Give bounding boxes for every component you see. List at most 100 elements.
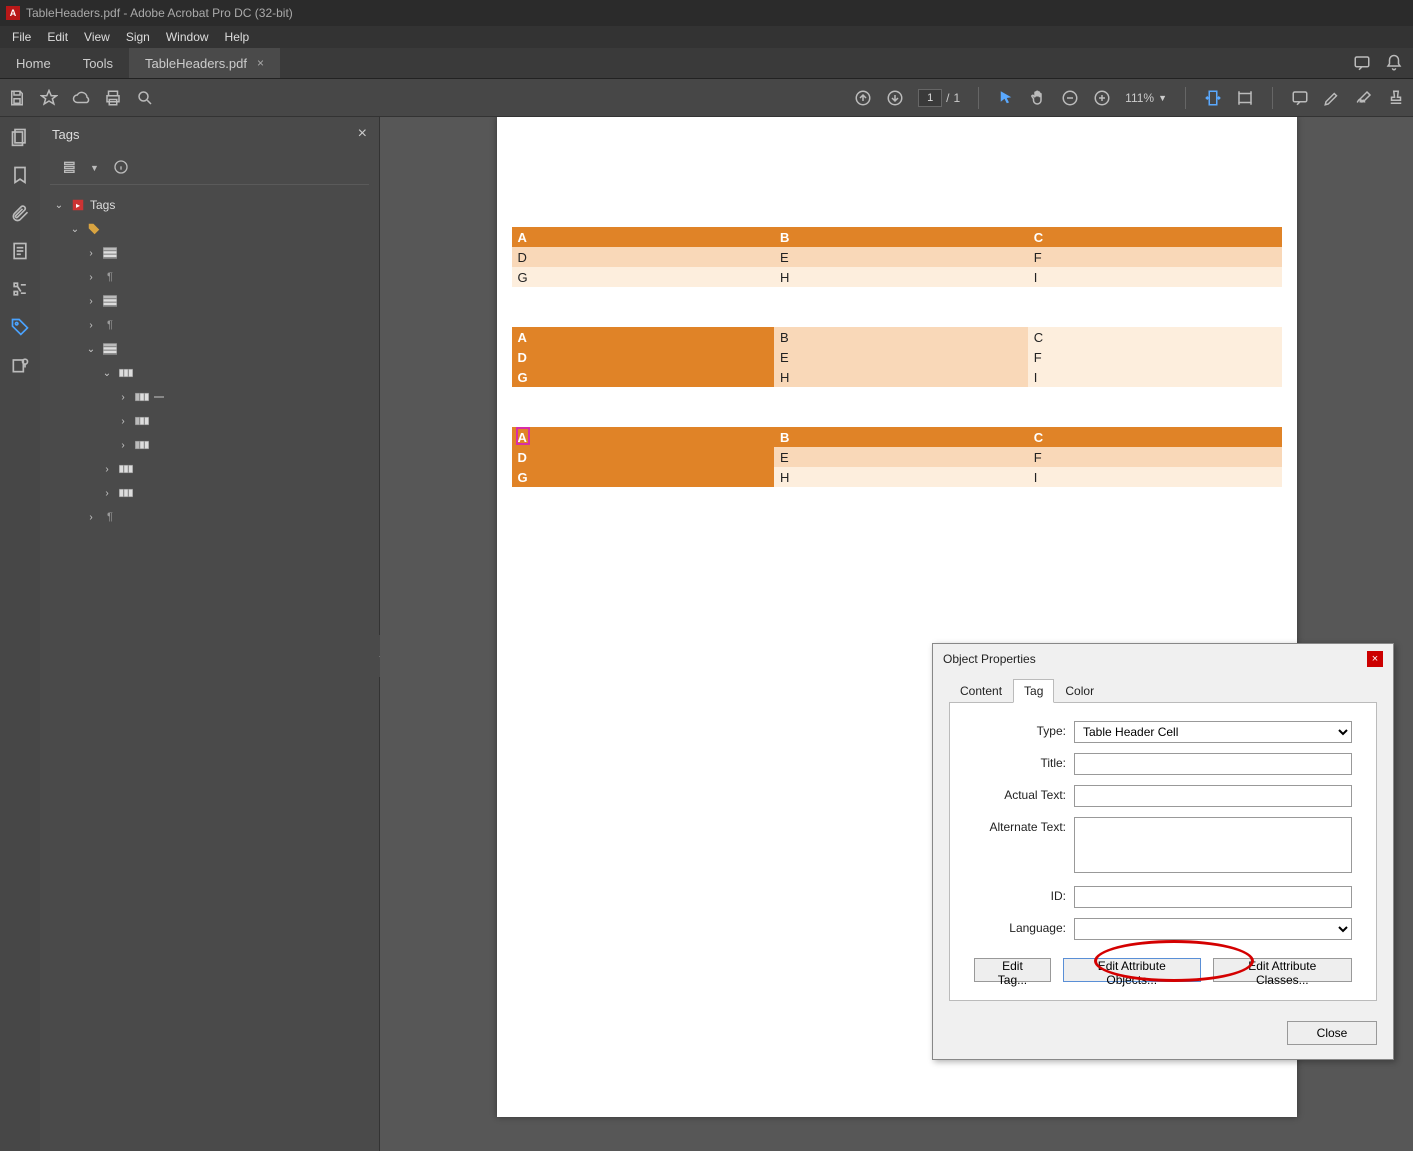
panel-options-icon[interactable] — [62, 159, 80, 177]
tree-arrow-icon[interactable]: › — [116, 392, 130, 403]
tree-row[interactable]: › — [46, 289, 373, 313]
tree-row[interactable]: ›¶ — [46, 265, 373, 289]
tree-row[interactable]: › — [46, 457, 373, 481]
tree-arrow-icon[interactable]: › — [116, 440, 130, 451]
tree-row[interactable]: › — [46, 241, 373, 265]
order-icon[interactable] — [10, 279, 30, 299]
fit-page-icon[interactable] — [1236, 89, 1254, 107]
cell: E — [774, 447, 1028, 467]
panel-close-icon[interactable]: × — [358, 125, 367, 143]
tree-node-label — [154, 396, 164, 398]
tags-icon[interactable] — [10, 317, 30, 337]
tree-node-icon — [102, 294, 118, 308]
zoom-in-icon[interactable] — [1093, 89, 1111, 107]
info-icon[interactable] — [113, 159, 131, 177]
dialog-tab-color[interactable]: Color — [1054, 679, 1105, 703]
tree-arrow-icon[interactable]: ⌄ — [84, 344, 98, 355]
edit-tag-button[interactable]: Edit Tag... — [974, 958, 1051, 982]
tree-arrow-icon[interactable]: › — [84, 512, 98, 523]
tree-row[interactable]: › — [46, 385, 373, 409]
actual-text-input[interactable] — [1074, 785, 1352, 807]
menu-window[interactable]: Window — [158, 30, 217, 44]
tree-row[interactable]: › — [46, 409, 373, 433]
accessibility-icon[interactable] — [10, 355, 30, 375]
tree-arrow-icon[interactable]: › — [84, 296, 98, 307]
comment-icon[interactable] — [1291, 89, 1309, 107]
dialog-titlebar[interactable]: Object Properties × — [933, 644, 1393, 674]
tree-node-icon — [118, 486, 134, 500]
page-current-input[interactable] — [918, 89, 942, 107]
search-icon[interactable] — [136, 89, 154, 107]
tags-tree[interactable]: ⌄▸Tags⌄››¶››¶⌄⌄››››››¶ — [40, 185, 379, 1151]
tree-node-icon — [134, 390, 150, 404]
zoom-out-icon[interactable] — [1061, 89, 1079, 107]
cloud-icon[interactable] — [72, 89, 90, 107]
tree-row[interactable]: › — [46, 481, 373, 505]
stamp-icon[interactable] — [1387, 89, 1405, 107]
tab-close-icon[interactable]: × — [257, 56, 264, 70]
sign-icon[interactable] — [1355, 89, 1373, 107]
tree-row[interactable]: ⌄ — [46, 217, 373, 241]
tree-arrow-icon[interactable]: › — [100, 464, 114, 475]
tree-arrow-icon[interactable]: › — [84, 320, 98, 331]
title-input[interactable] — [1074, 753, 1352, 775]
tree-row[interactable]: › — [46, 433, 373, 457]
tab-home[interactable]: Home — [0, 48, 67, 78]
tree-row[interactable]: ⌄▸Tags — [46, 193, 373, 217]
cell: B — [774, 427, 1028, 447]
language-select[interactable] — [1074, 918, 1352, 940]
fit-width-icon[interactable] — [1204, 89, 1222, 107]
dialog-tab-tag[interactable]: Tag — [1013, 679, 1054, 703]
save-icon[interactable] — [8, 89, 26, 107]
tree-arrow-icon[interactable]: ⌄ — [100, 368, 114, 379]
close-button[interactable]: Close — [1287, 1021, 1377, 1045]
menu-edit[interactable]: Edit — [39, 30, 76, 44]
tree-node-icon: ¶ — [102, 270, 118, 284]
bell-icon[interactable] — [1385, 54, 1403, 72]
tree-arrow-icon[interactable]: › — [116, 416, 130, 427]
page-up-icon[interactable] — [854, 89, 872, 107]
zoom-indicator[interactable]: 111%▼ — [1125, 91, 1167, 105]
menu-help[interactable]: Help — [217, 30, 258, 44]
tree-row[interactable]: ›¶ — [46, 313, 373, 337]
cell: F — [1028, 247, 1282, 267]
menu-sign[interactable]: Sign — [118, 30, 158, 44]
tree-arrow-icon[interactable]: › — [84, 272, 98, 283]
tab-tools[interactable]: Tools — [67, 48, 129, 78]
dialog-title: Object Properties — [943, 652, 1036, 666]
tree-arrow-icon[interactable]: ⌄ — [68, 224, 82, 235]
app-icon: A — [6, 6, 20, 20]
menu-file[interactable]: File — [4, 30, 39, 44]
tab-document[interactable]: TableHeaders.pdf × — [129, 48, 280, 78]
attachment-icon[interactable] — [10, 203, 30, 223]
edit-attribute-objects-button[interactable]: Edit Attribute Objects... — [1063, 958, 1201, 982]
hand-icon[interactable] — [1029, 89, 1047, 107]
dialog-close-icon[interactable]: × — [1367, 651, 1383, 667]
chevron-down-icon[interactable]: ▼ — [90, 163, 99, 173]
star-icon[interactable] — [40, 89, 58, 107]
bookmark-icon[interactable] — [10, 165, 30, 185]
tree-row[interactable]: ›¶ — [46, 505, 373, 529]
tree-arrow-icon[interactable]: › — [100, 488, 114, 499]
pointer-icon[interactable] — [997, 89, 1015, 107]
tree-arrow-icon[interactable]: ⌄ — [52, 200, 66, 211]
print-icon[interactable] — [104, 89, 122, 107]
chat-icon[interactable] — [1353, 54, 1371, 72]
tree-arrow-icon[interactable]: › — [84, 248, 98, 259]
tree-node-icon — [118, 462, 134, 476]
highlight-icon[interactable] — [1323, 89, 1341, 107]
type-select[interactable]: Table Header Cell — [1074, 721, 1352, 743]
tree-row[interactable]: ⌄ — [46, 337, 373, 361]
content-icon[interactable] — [10, 241, 30, 261]
menu-view[interactable]: View — [76, 30, 118, 44]
edit-attribute-classes-button[interactable]: Edit Attribute Classes... — [1213, 958, 1352, 982]
pages-icon[interactable] — [10, 127, 30, 147]
page-down-icon[interactable] — [886, 89, 904, 107]
cell: A — [512, 227, 774, 247]
cell: C — [1028, 427, 1282, 447]
tree-row[interactable]: ⌄ — [46, 361, 373, 385]
alternate-text-input[interactable] — [1074, 817, 1352, 873]
id-input[interactable] — [1074, 886, 1352, 908]
dialog-tab-content[interactable]: Content — [949, 679, 1013, 703]
document-area[interactable]: ABC DEF GHI ABC DEF GHI ABC DEF GHI Obje… — [380, 117, 1413, 1151]
